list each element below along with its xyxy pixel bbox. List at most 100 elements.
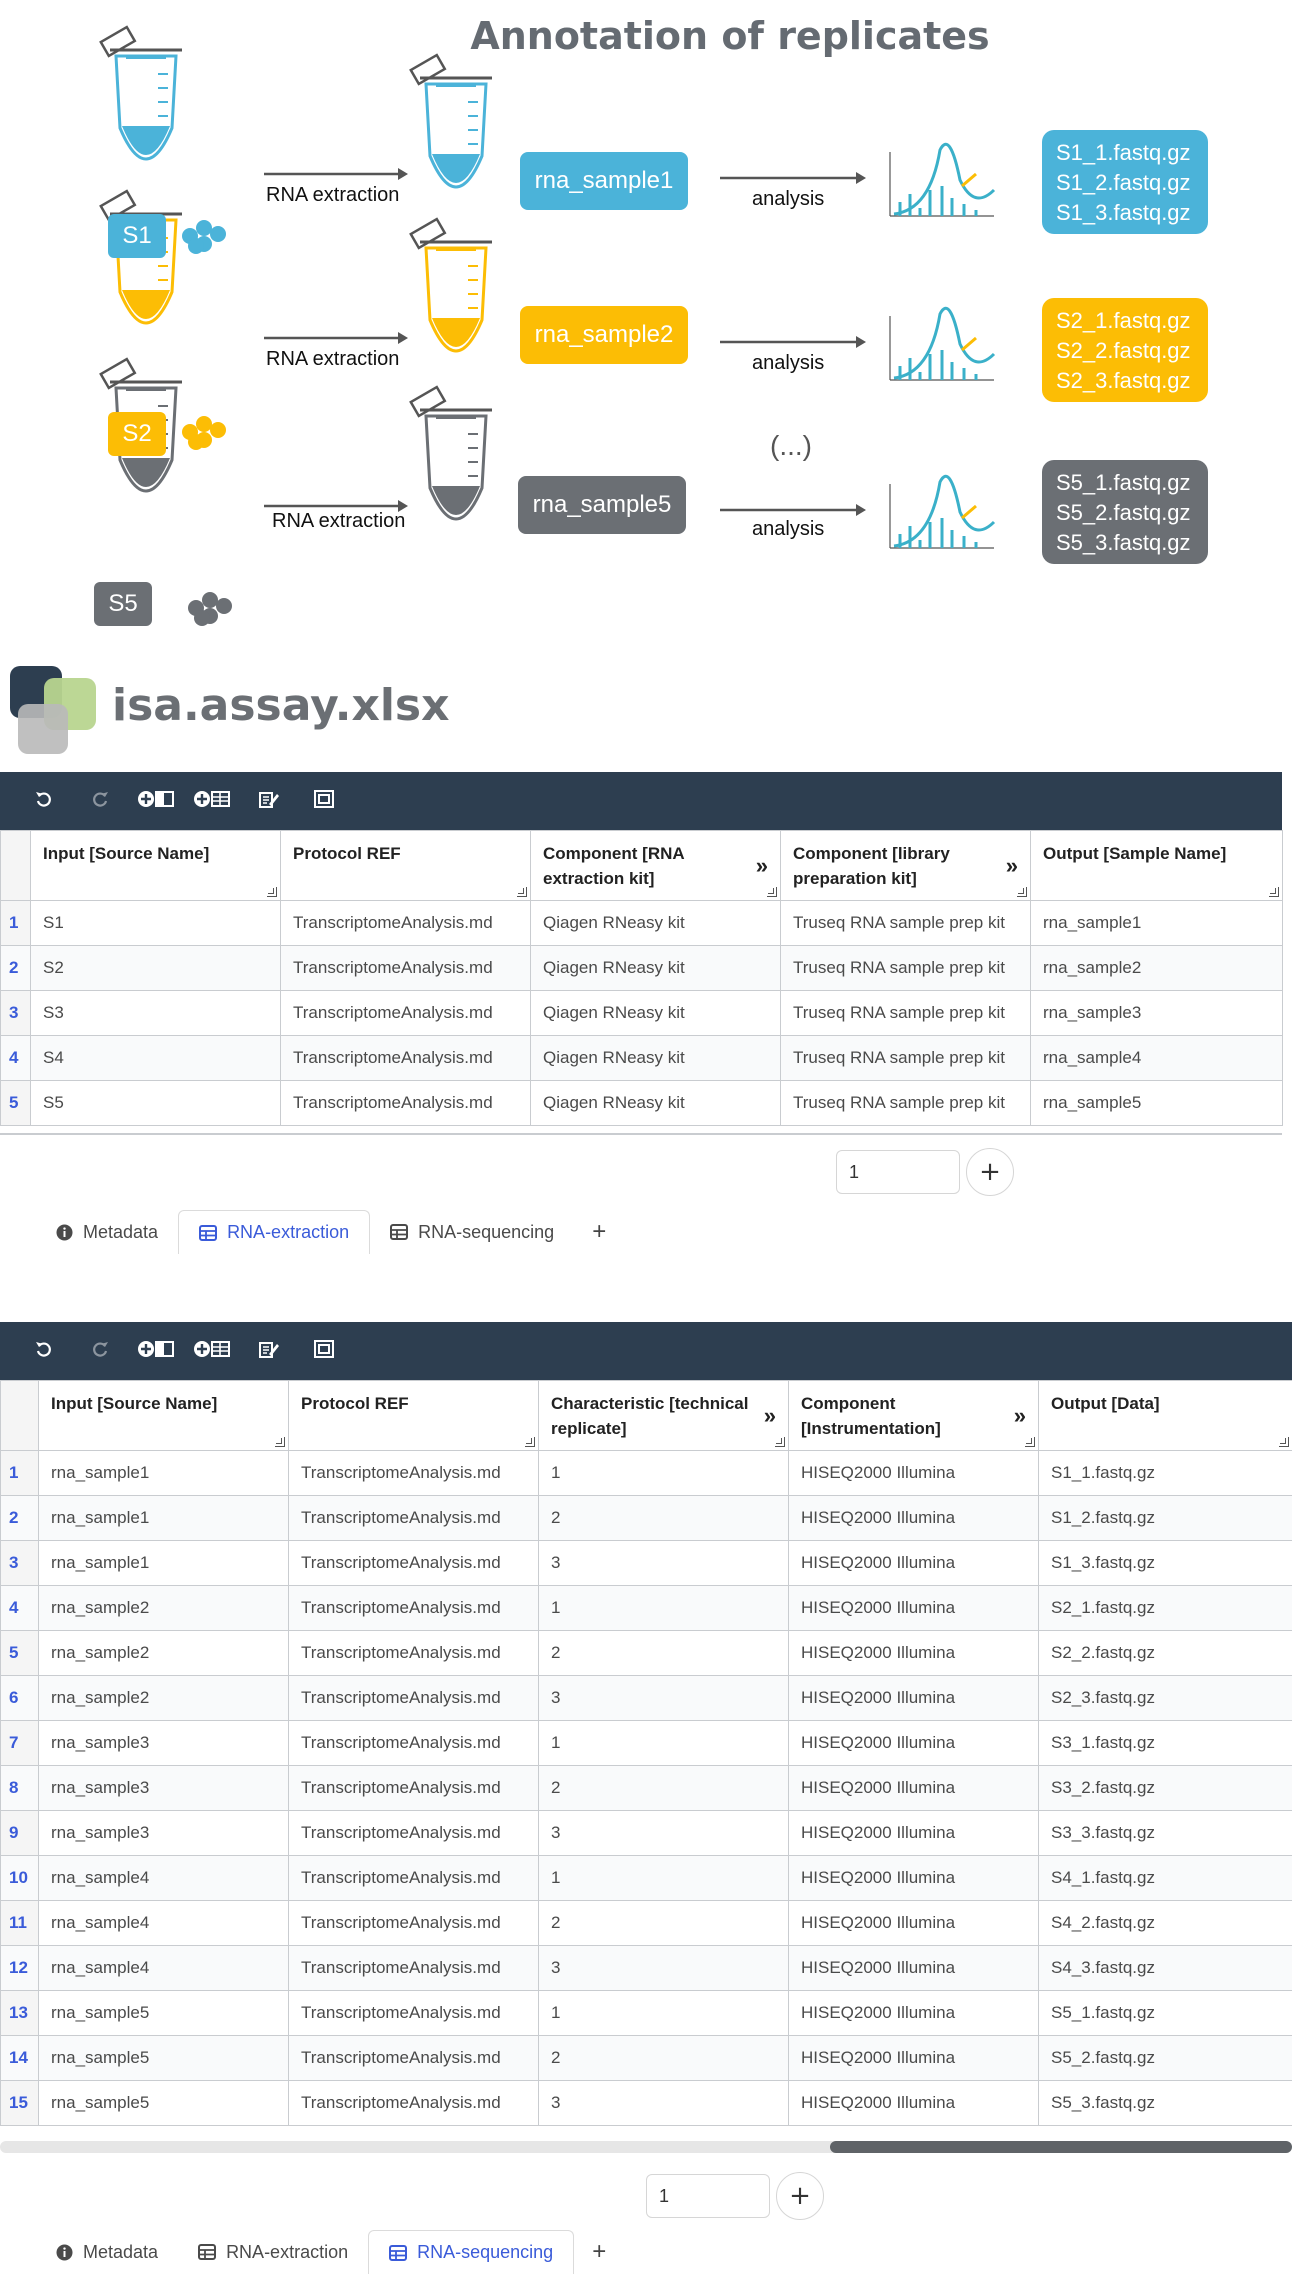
horizontal-scrollbar[interactable] [0,2141,1292,2153]
table-cell[interactable]: rna_sample5 [38,2080,289,2126]
table-cell[interactable]: HISEQ2000 Illumina [788,1900,1039,1946]
table-cell[interactable]: rna_sample1 [38,1450,289,1496]
resize-handle-icon[interactable] [767,887,777,897]
undo-button[interactable] [16,772,72,830]
table-cell[interactable]: HISEQ2000 Illumina [788,1855,1039,1901]
resize-handle-icon[interactable] [275,1437,285,1447]
table-cell[interactable]: HISEQ2000 Illumina [788,1675,1039,1721]
table-cell[interactable]: rna_sample4 [38,1855,289,1901]
table-cell[interactable]: 3 [538,1540,789,1586]
add-sheet-button[interactable]: + [574,1210,624,1254]
table-cell[interactable]: rna_sample3 [1030,990,1283,1036]
column-header[interactable]: Component [library preparation kit] » [780,830,1031,901]
table-cell[interactable]: Truseq RNA sample prep kit [780,1080,1031,1126]
row-index[interactable]: 9 [0,1810,39,1856]
undo-button[interactable] [16,1322,72,1380]
column-header[interactable]: Output [Data] [1038,1380,1292,1451]
table-cell[interactable]: 3 [538,2080,789,2126]
table-cell[interactable]: TranscriptomeAnalysis.md [280,945,531,991]
table-cell[interactable]: TranscriptomeAnalysis.md [288,1540,539,1586]
table-cell[interactable]: rna_sample3 [38,1720,289,1766]
add-sheet-button[interactable]: + [574,2230,624,2274]
table-cell[interactable]: HISEQ2000 Illumina [788,1585,1039,1631]
table-cell[interactable]: S4_1.fastq.gz [1038,1855,1292,1901]
row-index[interactable]: 1 [0,1450,39,1496]
table-cell[interactable]: TranscriptomeAnalysis.md [288,1675,539,1721]
add-column-button[interactable] [128,772,184,830]
table-cell[interactable]: rna_sample5 [38,2035,289,2081]
table-cell[interactable]: TranscriptomeAnalysis.md [288,1810,539,1856]
row-index[interactable]: 3 [0,990,31,1036]
table-cell[interactable]: HISEQ2000 Illumina [788,1765,1039,1811]
tab-rna-sequencing[interactable]: RNA-sequencing [368,2230,575,2274]
add-rows-button[interactable] [184,1322,240,1380]
column-header[interactable]: Component [RNA extraction kit] » [530,830,781,901]
table-cell[interactable]: TranscriptomeAnalysis.md [288,1585,539,1631]
tab-rna-extraction[interactable]: RNA-extraction [178,1210,371,1254]
table-cell[interactable]: HISEQ2000 Illumina [788,2080,1039,2126]
tab-rna-sequencing[interactable]: RNA-sequencing [370,1210,574,1254]
table-cell[interactable]: TranscriptomeAnalysis.md [288,2035,539,2081]
table-cell[interactable]: rna_sample2 [38,1630,289,1676]
table-cell[interactable]: rna_sample5 [38,1990,289,2036]
table-cell[interactable]: 2 [538,1765,789,1811]
table-cell[interactable]: S1_2.fastq.gz [1038,1495,1292,1541]
expand-column-icon[interactable]: » [756,853,768,878]
column-header[interactable]: Output [Sample Name] [1030,830,1283,901]
table-cell[interactable]: S3_1.fastq.gz [1038,1720,1292,1766]
table-cell[interactable]: rna_sample1 [38,1540,289,1586]
table-cell[interactable]: rna_sample1 [1030,900,1283,946]
table-cell[interactable]: 2 [538,1630,789,1676]
table-cell[interactable]: TranscriptomeAnalysis.md [288,1450,539,1496]
table-cell[interactable]: rna_sample2 [38,1585,289,1631]
table-cell[interactable]: rna_sample2 [38,1675,289,1721]
page-number-input[interactable] [646,2174,770,2218]
resize-handle-icon[interactable] [1279,1437,1289,1447]
table-cell[interactable]: Qiagen RNeasy kit [530,1035,781,1081]
table-cell[interactable]: S4_2.fastq.gz [1038,1900,1292,1946]
row-index[interactable]: 14 [0,2035,39,2081]
column-header[interactable]: Characteristic [technical replicate] » [538,1380,789,1451]
table-cell[interactable]: 1 [538,1990,789,2036]
resize-handle-icon[interactable] [775,1437,785,1447]
table-cell[interactable]: 3 [538,1675,789,1721]
row-index[interactable]: 8 [0,1765,39,1811]
expand-column-icon[interactable]: » [1014,1403,1026,1428]
table-cell[interactable]: Truseq RNA sample prep kit [780,945,1031,991]
resize-handle-icon[interactable] [1017,887,1027,897]
table-cell[interactable]: S4_3.fastq.gz [1038,1945,1292,1991]
resize-handle-icon[interactable] [517,887,527,897]
add-column-button[interactable] [128,1322,184,1380]
table-cell[interactable]: HISEQ2000 Illumina [788,1945,1039,1991]
table-cell[interactable]: TranscriptomeAnalysis.md [288,1990,539,2036]
row-index[interactable]: 12 [0,1945,39,1991]
table-cell[interactable]: S5_3.fastq.gz [1038,2080,1292,2126]
table-cell[interactable]: S5_2.fastq.gz [1038,2035,1292,2081]
table-cell[interactable]: rna_sample4 [38,1945,289,1991]
expand-column-icon[interactable]: » [1006,853,1018,878]
scrollbar-thumb[interactable] [829,2141,1292,2153]
expand-column-icon[interactable]: » [764,1403,776,1428]
column-header[interactable]: Protocol REF [288,1380,539,1451]
table-cell[interactable]: S2_1.fastq.gz [1038,1585,1292,1631]
table-cell[interactable]: S3_3.fastq.gz [1038,1810,1292,1856]
edit-button[interactable] [240,1322,296,1380]
corner-cell[interactable] [0,830,31,901]
redo-button[interactable] [72,772,128,830]
tab-metadata[interactable]: Metadata [36,2230,178,2274]
row-index[interactable]: 6 [0,1675,39,1721]
tab-metadata[interactable]: Metadata [36,1210,178,1254]
table-cell[interactable]: 3 [538,1945,789,1991]
table-cell[interactable]: TranscriptomeAnalysis.md [288,1630,539,1676]
table-cell[interactable]: Qiagen RNeasy kit [530,900,781,946]
add-rows-button[interactable]: + [776,2172,824,2220]
table-cell[interactable]: HISEQ2000 Illumina [788,1990,1039,2036]
resize-handle-icon[interactable] [267,887,277,897]
table-cell[interactable]: 1 [538,1585,789,1631]
table-cell[interactable]: TranscriptomeAnalysis.md [280,900,531,946]
table-cell[interactable]: 1 [538,1855,789,1901]
table-cell[interactable]: Qiagen RNeasy kit [530,945,781,991]
table-cell[interactable]: Qiagen RNeasy kit [530,990,781,1036]
row-index[interactable]: 2 [0,1495,39,1541]
column-header[interactable]: Input [Source Name] [30,830,281,901]
